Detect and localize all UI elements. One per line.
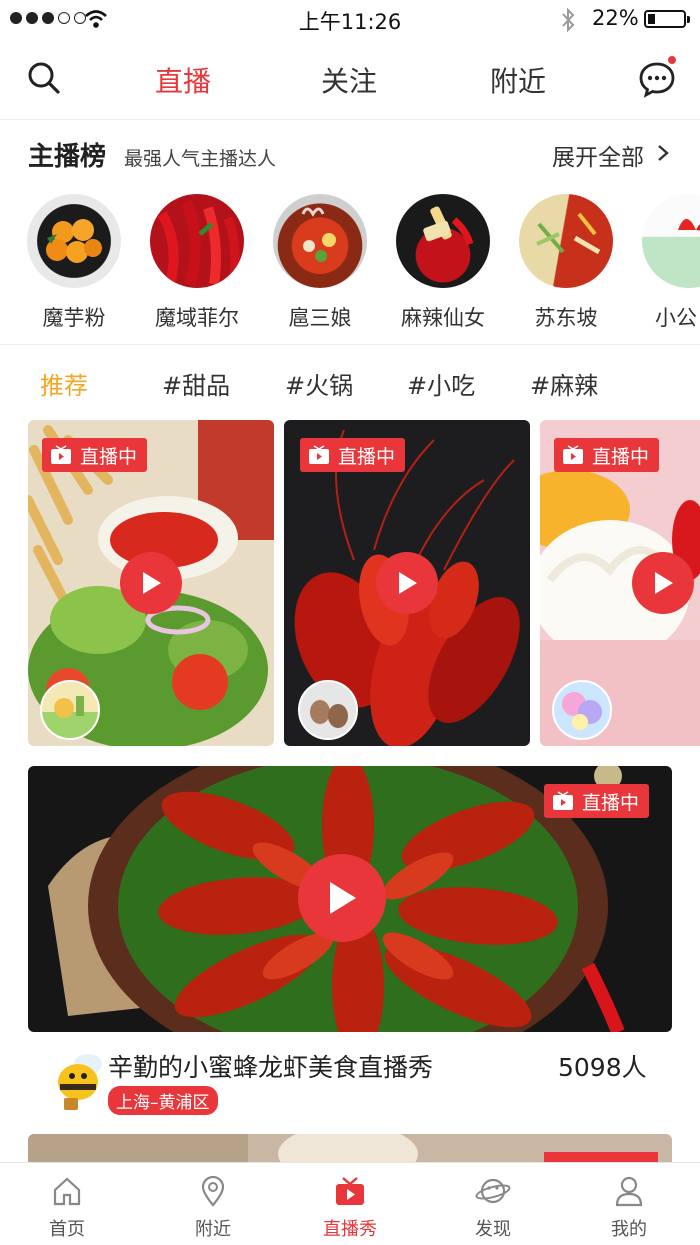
location-tag: 上海–黄浦区 — [108, 1086, 218, 1115]
live-badge: 直播中 — [554, 438, 660, 472]
live-card[interactable]: 直播中 — [28, 420, 274, 746]
chat-icon[interactable] — [638, 60, 676, 98]
nav-label: 我的 — [611, 1219, 647, 1240]
tv-icon — [553, 791, 573, 810]
notification-dot — [668, 56, 676, 64]
tab-live[interactable]: 直播 — [155, 60, 211, 100]
play-icon — [330, 882, 356, 914]
anchor-name: 魔芋粉 — [42, 306, 106, 330]
status-bar: 上午11:26 22% — [0, 0, 700, 40]
tab-follow[interactable]: 关注 — [321, 60, 377, 100]
nav-label: 发现 — [475, 1219, 511, 1240]
nav-live-show[interactable]: 直播秀 — [300, 1175, 400, 1241]
location-pin-icon — [201, 1175, 225, 1207]
host-avatar[interactable] — [552, 680, 612, 740]
host-avatar[interactable] — [298, 680, 358, 740]
hotpot-image — [301, 207, 336, 262]
live-badge: 直播中 — [42, 438, 148, 472]
spicy-dish-image — [423, 206, 474, 246]
battery-icon — [644, 10, 690, 28]
anchor-name: 魔域菲尔 — [155, 306, 239, 330]
top-header: 直播 关注 附近 — [0, 40, 700, 120]
host-avatar-image — [562, 692, 602, 730]
anchor-list: 魔芋粉 魔域菲尔 扈三娘 麻辣仙女 苏东坡 小公 — [0, 194, 700, 344]
bottom-nav: 首页 附近 直播秀 发现 我的 — [0, 1162, 700, 1245]
user-icon — [615, 1176, 643, 1207]
search-icon[interactable] — [26, 60, 62, 96]
anchor-avatar — [642, 194, 700, 288]
anchor-item[interactable]: 小公 — [639, 194, 700, 332]
category-spicy[interactable]: #麻辣 — [530, 366, 598, 401]
ranking-title: 主播榜 — [28, 142, 107, 172]
bee-avatar[interactable] — [50, 1046, 106, 1112]
play-icon — [143, 572, 161, 594]
ranking-subtitle: 最强人气主播达人 — [124, 148, 277, 170]
expand-all-link[interactable]: 展开全部 — [552, 138, 644, 172]
live-badge-label: 直播中 — [80, 445, 138, 468]
battery-percent: 22% — [592, 6, 639, 30]
live-card[interactable]: 直播中 — [284, 420, 530, 746]
nav-me[interactable]: 我的 — [579, 1175, 679, 1241]
anchor-item[interactable]: 扈三娘 — [270, 194, 370, 332]
tv-icon — [336, 1177, 364, 1205]
anchor-item[interactable]: 魔芋粉 — [24, 194, 124, 332]
tab-nearby[interactable]: 附近 — [490, 60, 546, 100]
anchor-item[interactable]: 魔域菲尔 — [147, 194, 247, 332]
featured-live-card[interactable]: 直播中 — [28, 766, 672, 1032]
anchor-name: 扈三娘 — [288, 306, 352, 330]
planet-icon — [475, 1178, 511, 1204]
strawberry-cake-image — [678, 219, 700, 231]
category-snack[interactable]: #小吃 — [407, 366, 475, 401]
nav-label: 首页 — [49, 1219, 85, 1240]
nav-discover[interactable]: 发现 — [443, 1175, 543, 1241]
chili-image — [157, 199, 240, 286]
play-icon — [655, 572, 673, 594]
play-icon — [399, 572, 417, 594]
anchor-item[interactable]: 苏东坡 — [516, 194, 616, 332]
chevron-right-icon[interactable] — [656, 144, 670, 162]
category-recommend[interactable]: 推荐 — [40, 366, 88, 401]
anchor-name: 麻辣仙女 — [401, 306, 485, 330]
play-button[interactable] — [376, 552, 438, 614]
bluetooth-icon — [562, 7, 575, 33]
anchor-item[interactable]: 麻辣仙女 — [393, 194, 493, 332]
nav-nearby[interactable]: 附近 — [163, 1175, 263, 1241]
live-badge: 直播中 — [544, 784, 650, 818]
live-badge: 直播中 — [300, 438, 406, 472]
oranges-image — [46, 219, 102, 263]
category-tabs: 推荐 #甜品 #火锅 #小吃 #麻辣 — [0, 366, 700, 400]
host-avatar-image — [300, 682, 356, 738]
anchor-avatar — [150, 194, 244, 288]
category-hotpot[interactable]: #火锅 — [285, 366, 353, 401]
live-badge-label: 直播中 — [582, 791, 640, 814]
anchor-name: 小公 — [655, 306, 697, 330]
live-badge-label: 直播中 — [592, 445, 650, 468]
viewer-count: 5098人 — [558, 1053, 647, 1082]
live-card[interactable]: 直播中 — [540, 420, 700, 746]
anchor-avatar — [273, 194, 367, 288]
featured-title: 辛勤的小蜜蜂龙虾美食直播秀 — [108, 1053, 434, 1082]
play-button[interactable] — [298, 854, 386, 942]
double-hotpot-image — [536, 212, 601, 255]
home-icon — [53, 1177, 81, 1206]
live-badge-label: 直播中 — [338, 445, 396, 468]
nav-label: 附近 — [195, 1219, 231, 1240]
anchor-avatar — [519, 194, 613, 288]
section-divider — [0, 344, 700, 345]
anchor-avatar — [396, 194, 490, 288]
anchor-avatar — [27, 194, 121, 288]
tv-icon — [563, 445, 583, 464]
anchor-name: 苏东坡 — [534, 306, 598, 330]
play-button[interactable] — [120, 552, 182, 614]
tv-icon — [51, 445, 71, 464]
tv-icon — [309, 445, 329, 464]
nav-label: 直播秀 — [323, 1219, 377, 1240]
category-dessert[interactable]: #甜品 — [162, 366, 230, 401]
play-button[interactable] — [632, 552, 694, 614]
host-avatar[interactable] — [40, 680, 100, 740]
host-avatar-image — [42, 696, 98, 738]
nav-home[interactable]: 首页 — [17, 1175, 117, 1241]
